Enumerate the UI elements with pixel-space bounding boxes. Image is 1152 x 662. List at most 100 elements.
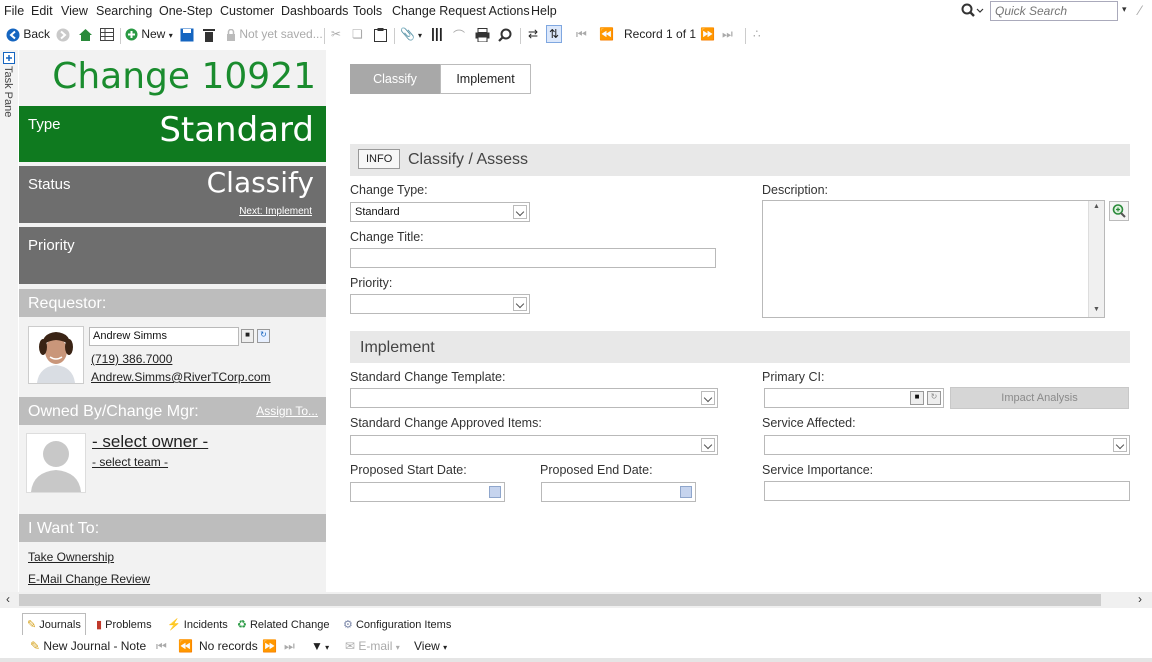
first-page-icon[interactable]: ⏮: [156, 639, 167, 654]
requestor-phone-link[interactable]: (719) 386.7000: [91, 352, 172, 366]
service-affected-select[interactable]: [764, 435, 1130, 455]
find-icon[interactable]: [498, 27, 512, 42]
back-button[interactable]: Back: [6, 27, 50, 42]
filter-icon[interactable]: ▼ ▾: [311, 639, 329, 653]
paste-icon[interactable]: [374, 27, 387, 42]
chevron-down-icon[interactable]: [513, 297, 527, 311]
task-pane-label[interactable]: Task Pane: [2, 66, 14, 117]
assign-to-link[interactable]: Assign To...: [256, 404, 318, 418]
scrollbar-thumb[interactable]: [19, 594, 1101, 606]
menu-file[interactable]: File: [4, 4, 24, 18]
last-page-icon[interactable]: ⏭: [284, 639, 295, 654]
tab-journals[interactable]: ✎ Journals: [22, 613, 86, 635]
collapse-icon[interactable]: ⇅: [546, 25, 563, 43]
attach-icon[interactable]: 📎: [400, 27, 415, 41]
info-button[interactable]: INFO: [358, 149, 401, 169]
change-icon: ♻: [237, 619, 247, 631]
primary-ci-input[interactable]: ■ ↻: [764, 388, 944, 408]
expand-icon[interactable]: ⇄: [528, 27, 538, 41]
copy-icon[interactable]: ❏: [352, 27, 363, 41]
footprint-icon[interactable]: ∴: [753, 27, 761, 41]
lookup-person-icon[interactable]: ■: [241, 329, 254, 343]
search-icon[interactable]: [960, 2, 984, 23]
task-pane-icon[interactable]: [3, 52, 15, 67]
chevron-down-icon[interactable]: [701, 438, 715, 452]
previous-page-icon[interactable]: ⏪: [178, 639, 193, 653]
grid-view-icon[interactable]: [100, 27, 114, 42]
service-importance-input[interactable]: [764, 481, 1130, 501]
chevron-down-icon[interactable]: [1113, 438, 1127, 452]
scroll-up-icon[interactable]: ▲: [1093, 203, 1100, 210]
new-button[interactable]: New ▾: [125, 27, 173, 41]
forward-icon[interactable]: [56, 27, 70, 42]
take-ownership-link[interactable]: Take Ownership: [28, 550, 114, 564]
new-journal-button[interactable]: ✎ New Journal - Note: [30, 639, 146, 653]
email-change-review-link[interactable]: E-Mail Change Review: [28, 572, 150, 586]
view-menu-button[interactable]: View ▾: [414, 639, 447, 653]
calendar-icon[interactable]: [680, 486, 692, 498]
task-pane-strip[interactable]: Task Pane: [0, 50, 18, 592]
description-textarea[interactable]: ▲ ▼: [762, 200, 1105, 318]
chevron-down-icon[interactable]: ▾: [1122, 4, 1127, 15]
scroll-left-icon[interactable]: ‹: [6, 592, 10, 606]
menu-change-request-actions[interactable]: Change Request Actions: [392, 4, 530, 18]
change-title-input[interactable]: [350, 248, 716, 268]
description-scrollbar[interactable]: ▲ ▼: [1088, 201, 1104, 317]
next-page-icon[interactable]: ⏩: [262, 639, 277, 653]
tab-incidents[interactable]: ⚡ Incidents: [162, 613, 233, 635]
tab-configuration-items[interactable]: ⚙ Configuration Items: [338, 613, 456, 635]
priority-select[interactable]: [350, 294, 530, 314]
delete-icon[interactable]: [203, 27, 215, 42]
previous-record-icon[interactable]: ⏪: [599, 27, 614, 41]
change-type-select[interactable]: Standard: [350, 202, 530, 222]
clear-field-icon[interactable]: ↻: [927, 391, 941, 405]
impact-analysis-button[interactable]: Impact Analysis: [950, 387, 1129, 409]
print-icon[interactable]: [475, 27, 490, 42]
tab-problems[interactable]: ▮ Problems: [91, 613, 157, 635]
menu-help[interactable]: Help: [531, 4, 557, 18]
menu-one-step[interactable]: One-Step: [159, 4, 213, 18]
tab-related-change[interactable]: ♻ Related Change: [232, 613, 334, 635]
menu-tools[interactable]: Tools: [353, 4, 382, 18]
requestor-avatar: [28, 326, 84, 384]
select-team-link[interactable]: - select team -: [92, 455, 168, 469]
scroll-right-icon[interactable]: ›: [1138, 592, 1142, 606]
standard-template-select[interactable]: [350, 388, 718, 408]
tab-implement[interactable]: Implement: [440, 64, 531, 94]
service-affected-label: Service Affected:: [762, 416, 856, 430]
tab-classify[interactable]: Classify: [350, 64, 440, 94]
scroll-down-icon[interactable]: ▼: [1093, 306, 1100, 313]
menu-edit[interactable]: Edit: [31, 4, 53, 18]
chevron-down-icon[interactable]: [701, 391, 715, 405]
menu-view[interactable]: View: [61, 4, 88, 18]
cut-icon[interactable]: ✂: [331, 27, 341, 41]
proposed-start-input[interactable]: [350, 482, 505, 502]
home-icon[interactable]: [78, 27, 93, 42]
menu-customer[interactable]: Customer: [220, 4, 274, 18]
menu-dashboards[interactable]: Dashboards: [281, 4, 348, 18]
zoom-icon[interactable]: [1109, 201, 1129, 221]
pin-icon[interactable]: ⁄: [1139, 2, 1141, 18]
next-implement-link[interactable]: Next: Implement: [239, 206, 312, 217]
next-record-icon[interactable]: ⏩: [700, 27, 715, 41]
proposed-end-input[interactable]: [541, 482, 696, 502]
calendar-icon[interactable]: [489, 486, 501, 498]
attach-dropdown-icon[interactable]: ▾: [418, 31, 422, 40]
approved-items-select[interactable]: [350, 435, 718, 455]
broadcast-icon[interactable]: ⌒: [453, 27, 465, 44]
email-button[interactable]: ✉ E-mail ▾: [345, 639, 400, 653]
horizontal-scrollbar[interactable]: ‹ ›: [0, 592, 1152, 608]
chevron-down-icon[interactable]: [513, 205, 527, 219]
bottom-strip: [0, 658, 1152, 662]
select-owner-link[interactable]: - select owner -: [92, 432, 208, 452]
quick-search-input[interactable]: [990, 1, 1118, 21]
save-icon[interactable]: [180, 27, 194, 42]
lookup-icon[interactable]: ■: [910, 391, 924, 405]
requestor-name-field[interactable]: Andrew Simms: [89, 327, 239, 346]
requestor-email-link[interactable]: Andrew.Simms@RiverTCorp.com: [91, 370, 271, 384]
columns-icon[interactable]: |||: [431, 25, 443, 41]
menu-searching[interactable]: Searching: [96, 4, 152, 18]
clear-field-icon[interactable]: ↻: [257, 329, 270, 343]
first-record-icon[interactable]: ⏮: [576, 27, 587, 42]
last-record-icon[interactable]: ⏭: [722, 27, 733, 42]
